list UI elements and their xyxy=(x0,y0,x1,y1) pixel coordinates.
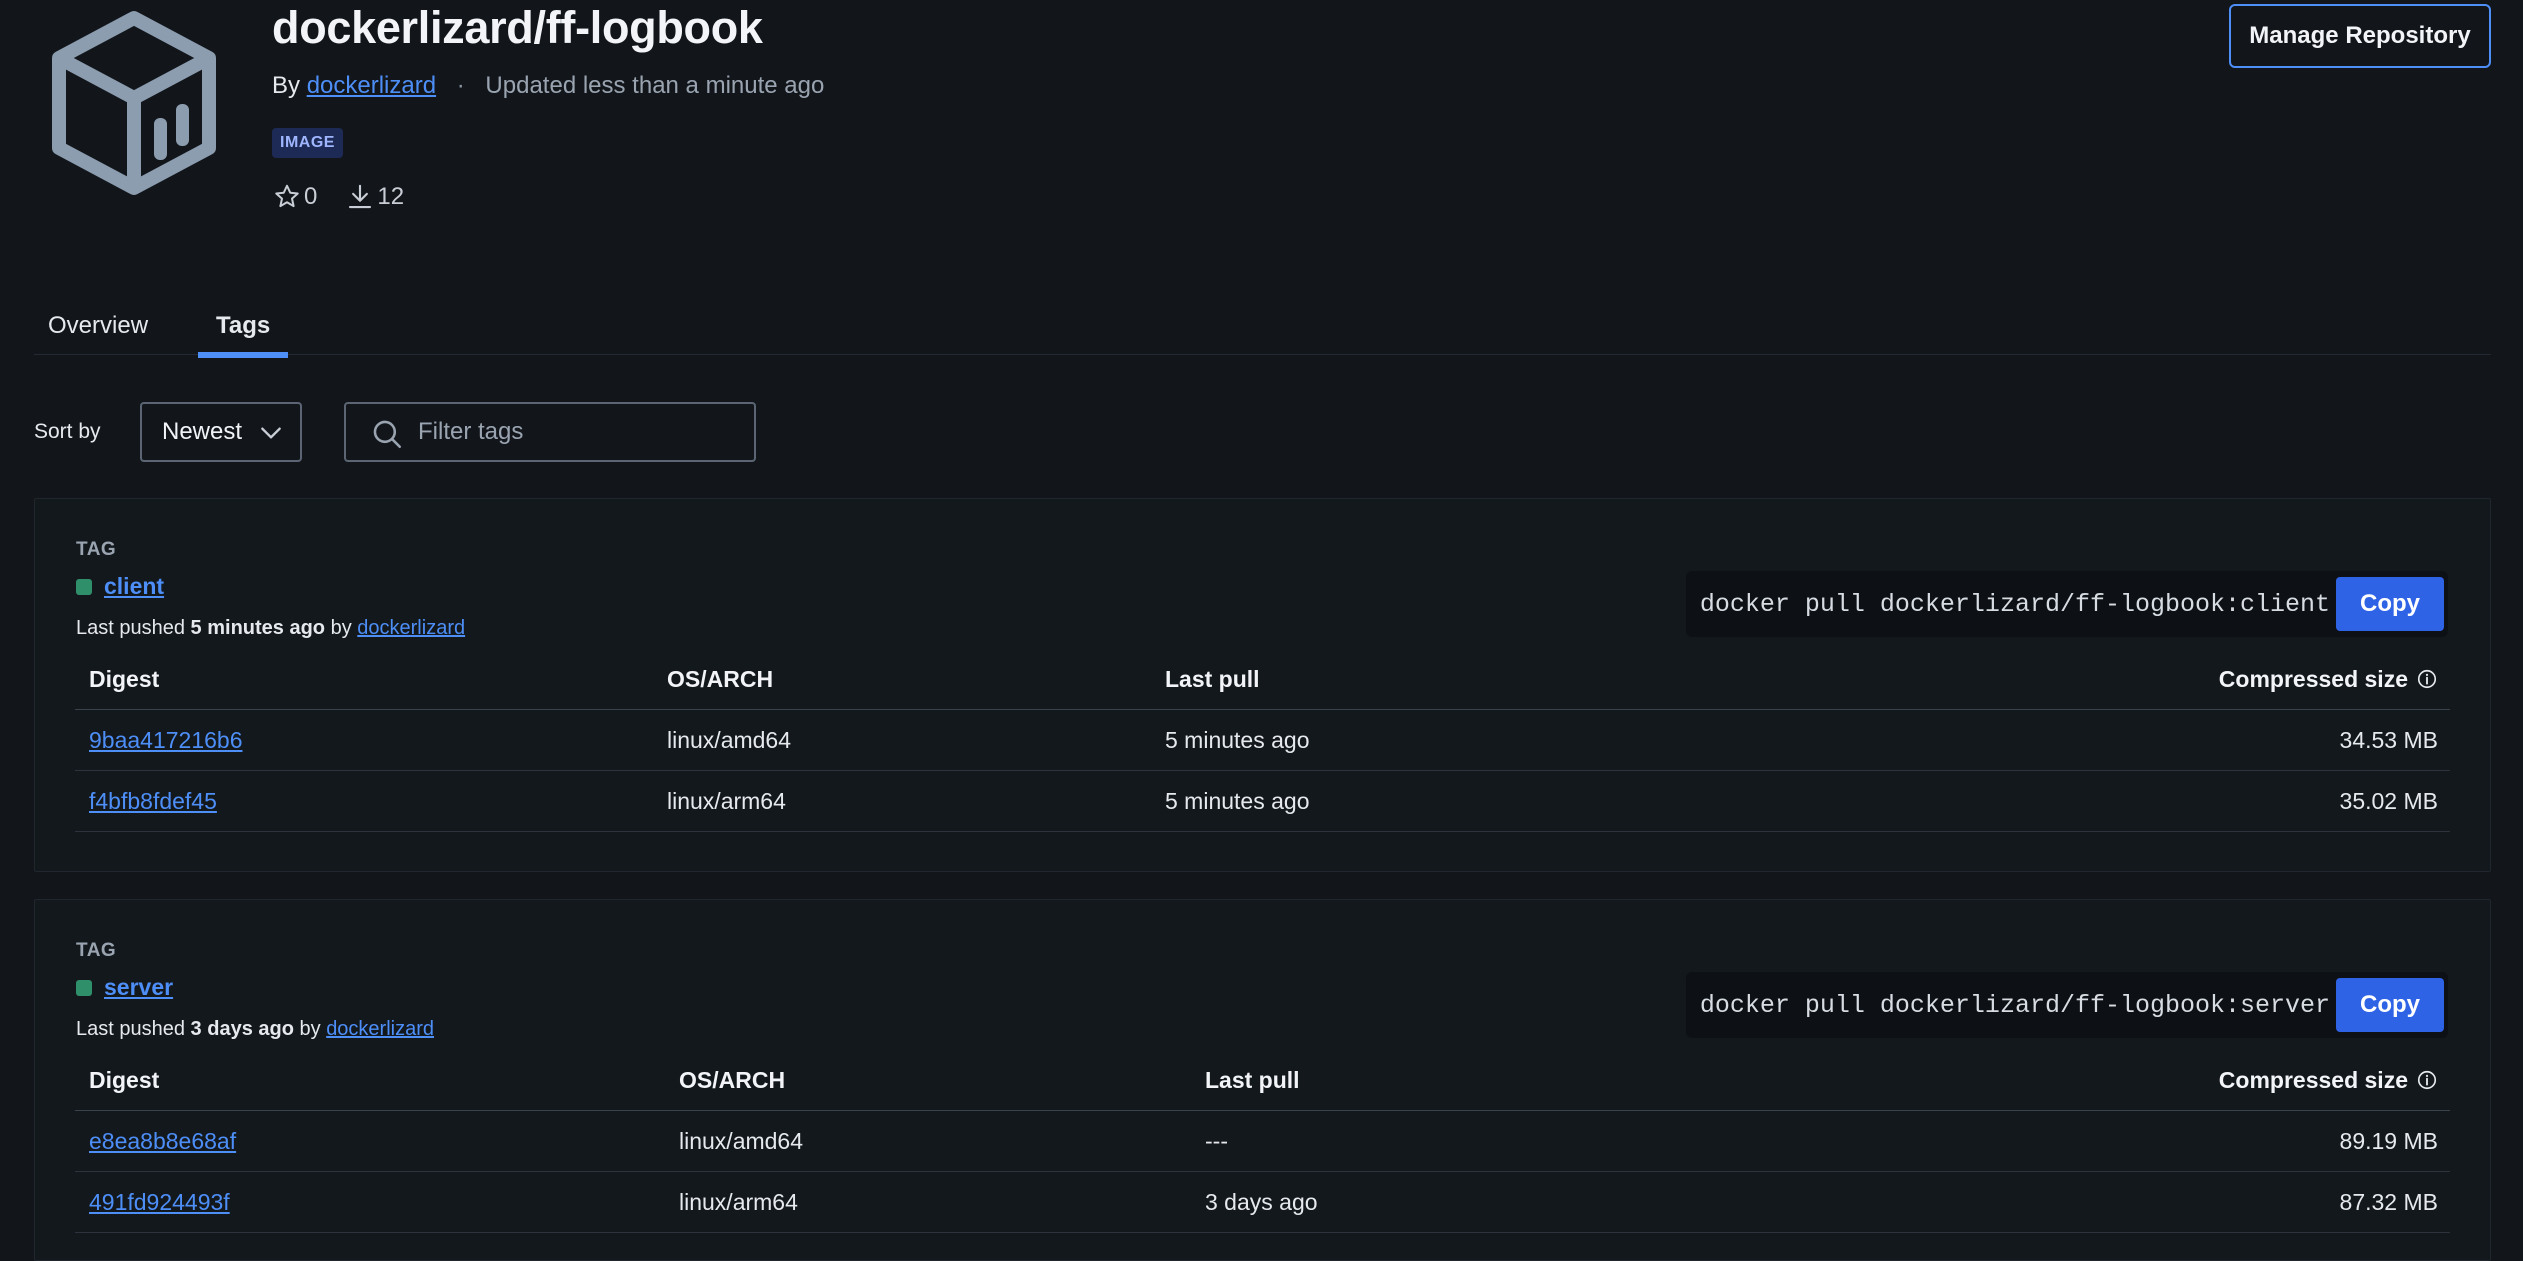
header-digest: Digest xyxy=(89,1066,160,1093)
pushed-prefix: Last pushed xyxy=(76,617,185,639)
header-os-arch: OS/ARCH xyxy=(679,1066,786,1093)
last-pushed-info: Last pushed 3 days ago by dockerlizard xyxy=(76,1018,434,1041)
copy-button[interactable]: Copy xyxy=(2336,577,2444,631)
table-header: Digest OS/ARCH Last pull Compressed size xyxy=(75,1050,2450,1111)
header-last-pull: Last pull xyxy=(1165,665,1260,692)
search-icon xyxy=(373,420,402,449)
tag-card-server: TAG server Last pushed 3 days ago by doc… xyxy=(34,899,2491,1261)
pull-command[interactable]: docker pull dockerlizard/ff-logbook:serv… xyxy=(1700,991,2330,1020)
header-compressed-size: Compressed size xyxy=(2219,649,2438,709)
pull-command-box: docker pull dockerlizard/ff-logbook:clie… xyxy=(1685,571,2448,637)
pull-command-box: docker pull dockerlizard/ff-logbook:serv… xyxy=(1685,972,2448,1038)
compressed-size: 35.02 MB xyxy=(2339,787,2438,814)
tag-name-link[interactable]: client xyxy=(104,573,164,600)
tag-name-row: client xyxy=(76,573,164,600)
table-row: f4bfb8fdef45 linux/arm64 5 minutes ago 3… xyxy=(75,771,2450,832)
pull-count: 12 xyxy=(377,183,405,210)
manage-repository-button[interactable]: Manage Repository xyxy=(2229,4,2491,68)
pushed-by-word: by xyxy=(330,617,352,639)
header-digest: Digest xyxy=(89,665,160,692)
last-pull: --- xyxy=(1205,1127,1228,1154)
pushed-when: 5 minutes ago xyxy=(190,617,326,639)
table-row: 491fd924493f linux/arm64 3 days ago 87.3… xyxy=(75,1172,2450,1233)
sort-value: Newest xyxy=(162,418,243,445)
os-arch: linux/amd64 xyxy=(667,726,792,753)
tab-overview[interactable]: Overview xyxy=(48,312,148,352)
tag-name-row: server xyxy=(76,974,173,1001)
image-badge: IMAGE xyxy=(272,128,343,158)
download-icon xyxy=(349,184,372,209)
table-row: e8ea8b8e68af linux/amd64 --- 89.19 MB xyxy=(75,1111,2450,1172)
star-stat[interactable]: 0 xyxy=(272,182,317,212)
tag-kicker: TAG xyxy=(76,940,117,961)
tag-card-client: TAG client Last pushed 5 minutes ago by … xyxy=(34,498,2491,872)
compressed-size: 89.19 MB xyxy=(2339,1127,2438,1154)
tag-status-dot xyxy=(76,979,92,996)
compressed-size: 87.32 MB xyxy=(2339,1188,2438,1215)
repository-byline: By dockerlizard · Updated less than a mi… xyxy=(272,72,824,100)
updated-time: Updated less than a minute ago xyxy=(485,72,825,99)
header-compressed-size: Compressed size xyxy=(2219,1050,2438,1110)
copy-button[interactable]: Copy xyxy=(2336,978,2444,1032)
tag-kicker: TAG xyxy=(76,539,117,560)
digest-link[interactable]: e8ea8b8e68af xyxy=(89,1111,236,1171)
pushed-by-link[interactable]: dockerlizard xyxy=(326,1018,434,1040)
compressed-size: 34.53 MB xyxy=(2339,726,2438,753)
digest-table: Digest OS/ARCH Last pull Compressed size… xyxy=(75,1050,2450,1233)
filter-tags-input[interactable] xyxy=(416,417,740,447)
repository-tabs: Overview Tags xyxy=(34,302,2491,358)
pull-command[interactable]: docker pull dockerlizard/ff-logbook:clie… xyxy=(1700,590,2330,619)
info-icon[interactable] xyxy=(2416,668,2438,690)
info-icon[interactable] xyxy=(2416,1069,2438,1091)
pull-stat: 12 xyxy=(345,182,404,212)
tag-status-dot xyxy=(76,578,92,595)
header-size-label: Compressed size xyxy=(2218,1066,2408,1093)
pushed-by-word: by xyxy=(299,1018,321,1040)
owner-link[interactable]: dockerlizard xyxy=(307,72,436,99)
last-pull: 5 minutes ago xyxy=(1165,726,1310,753)
repository-title: dockerlizard/ff-logbook xyxy=(272,2,763,53)
table-row: 9baa417216b6 linux/amd64 5 minutes ago 3… xyxy=(75,710,2450,771)
header-last-pull: Last pull xyxy=(1205,1066,1300,1093)
filter-tags-field[interactable] xyxy=(344,402,756,462)
by-prefix: By xyxy=(272,72,301,99)
os-arch: linux/amd64 xyxy=(679,1127,804,1154)
os-arch: linux/arm64 xyxy=(667,787,786,814)
pushed-by-link[interactable]: dockerlizard xyxy=(357,617,465,639)
last-pushed-info: Last pushed 5 minutes ago by dockerlizar… xyxy=(76,617,465,640)
header-size-label: Compressed size xyxy=(2218,665,2408,692)
chevron-down-icon xyxy=(261,427,281,439)
digest-link[interactable]: 9baa417216b6 xyxy=(89,710,243,770)
last-pull: 3 days ago xyxy=(1205,1188,1318,1215)
sort-dropdown[interactable]: Newest xyxy=(140,402,302,462)
table-header: Digest OS/ARCH Last pull Compressed size xyxy=(75,649,2450,710)
repository-stats: 0 12 xyxy=(272,182,432,212)
digest-table: Digest OS/ARCH Last pull Compressed size… xyxy=(75,649,2450,832)
os-arch: linux/arm64 xyxy=(679,1188,798,1215)
star-count: 0 xyxy=(304,183,318,210)
repository-cube-icon xyxy=(52,11,216,195)
last-pull: 5 minutes ago xyxy=(1165,787,1310,814)
pushed-prefix: Last pushed xyxy=(76,1018,185,1040)
star-icon xyxy=(275,184,299,208)
pushed-when: 3 days ago xyxy=(190,1018,294,1040)
digest-link[interactable]: 491fd924493f xyxy=(89,1172,230,1232)
byline-separator: · xyxy=(456,72,465,99)
digest-link[interactable]: f4bfb8fdef45 xyxy=(89,771,217,831)
header-os-arch: OS/ARCH xyxy=(667,665,774,692)
tab-tags[interactable]: Tags xyxy=(198,312,289,358)
tag-name-link[interactable]: server xyxy=(104,974,173,1001)
sort-label: Sort by xyxy=(34,420,101,443)
